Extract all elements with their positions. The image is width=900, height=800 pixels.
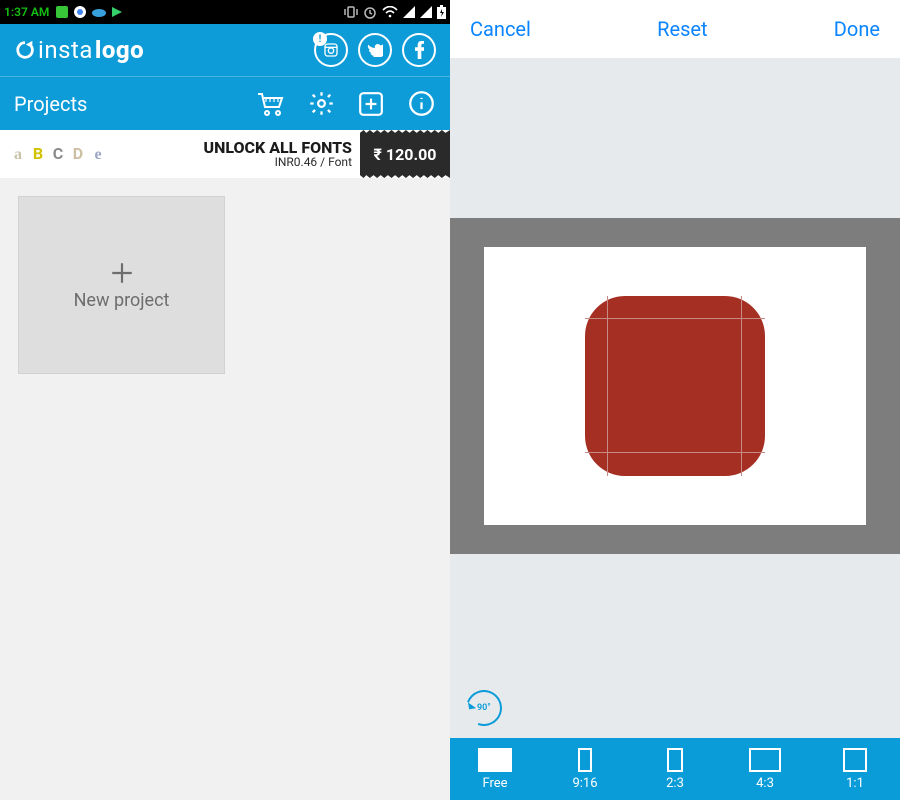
aspect-1-1[interactable]: 1:1 <box>810 738 900 800</box>
app-logo: instalogo <box>14 36 144 64</box>
promo-subtitle: INR0.46 / Font <box>275 156 352 169</box>
aspect-shape-icon <box>478 748 512 772</box>
android-status-bar: 1:37 AM <box>0 0 450 24</box>
new-button[interactable] <box>356 89 386 119</box>
twitter-icon <box>367 43 383 57</box>
refresh-icon <box>14 39 36 61</box>
cart-button[interactable] <box>256 89 286 119</box>
status-chrome-icon <box>73 5 87 19</box>
done-button[interactable]: Done <box>834 17 880 41</box>
aspect-shape-icon <box>749 748 781 772</box>
aspect-shape-icon <box>578 748 592 772</box>
logo-text-a: insta <box>38 36 93 64</box>
logo-shape[interactable] <box>585 296 765 476</box>
aspect-4-3[interactable]: 4:3 <box>720 738 810 800</box>
unlock-fonts-banner[interactable]: aBCDe UNLOCK ALL FONTS INR0.46 / Font ₹ … <box>0 130 450 178</box>
battery-charging-icon <box>437 5 446 19</box>
editor-header: Cancel Reset Done <box>450 0 900 58</box>
reset-button[interactable]: Reset <box>657 17 707 41</box>
artboard <box>484 247 866 525</box>
aspect-label: 4:3 <box>756 776 774 791</box>
aspect-ratio-bar: Free 9:16 2:3 4:3 1:1 <box>450 738 900 800</box>
aspect-label: 1:1 <box>846 776 864 791</box>
editor-body: 90° <box>450 58 900 738</box>
signal-icon-2 <box>420 6 432 18</box>
status-left-icons <box>55 5 123 19</box>
facebook-icon <box>415 41 424 59</box>
status-app-icon <box>55 5 69 19</box>
projects-screen: 1:37 AM instalogo ! <box>0 0 450 800</box>
new-project-label: New project <box>74 290 170 311</box>
instagram-icon <box>323 42 339 58</box>
promo-price: ₹ 120.00 <box>360 130 450 178</box>
crop-editor-screen: Cancel Reset Done 90° Free 9:16 2:3 4:3 1:1 <box>450 0 900 800</box>
gear-icon <box>308 90 335 117</box>
add-box-icon <box>358 91 384 117</box>
logo-text-b: logo <box>95 36 144 64</box>
aspect-label: 9:16 <box>572 776 597 791</box>
twitter-button[interactable] <box>358 33 392 67</box>
new-project-card[interactable]: New project <box>18 196 225 374</box>
status-right-icons <box>344 5 446 19</box>
aspect-shape-icon <box>843 748 867 772</box>
settings-button[interactable] <box>306 89 336 119</box>
rotate-row: 90° <box>450 678 900 738</box>
notification-badge-icon: ! <box>313 32 327 46</box>
aspect-free[interactable]: Free <box>450 738 540 800</box>
aspect-label: 2:3 <box>666 776 684 791</box>
vibrate-icon <box>344 5 358 19</box>
wifi-icon <box>382 6 398 18</box>
status-play-icon <box>111 6 123 18</box>
aspect-label: Free <box>482 776 507 791</box>
aspect-9-16[interactable]: 9:16 <box>540 738 630 800</box>
page-title: Projects <box>14 92 87 116</box>
rotate-90-button[interactable]: 90° <box>460 684 508 732</box>
status-cloud-icon <box>91 6 107 18</box>
brand-bar: instalogo ! <box>0 24 450 76</box>
aspect-shape-icon <box>667 748 683 772</box>
font-samples: aBCDe <box>8 144 108 164</box>
crop-canvas[interactable] <box>450 218 900 554</box>
promo-title: UNLOCK ALL FONTS <box>203 139 352 157</box>
plus-icon <box>109 260 135 286</box>
status-time: 1:37 AM <box>4 5 49 19</box>
cancel-button[interactable]: Cancel <box>470 17 531 41</box>
projects-grid: New project <box>0 178 450 800</box>
info-button[interactable] <box>406 89 436 119</box>
instagram-button[interactable]: ! <box>314 33 348 67</box>
signal-icon <box>403 6 415 18</box>
projects-toolbar: Projects <box>0 76 450 130</box>
rotate-label: 90° <box>477 703 491 713</box>
cart-icon <box>257 91 285 117</box>
facebook-button[interactable] <box>402 33 436 67</box>
alarm-icon <box>363 5 377 19</box>
aspect-2-3[interactable]: 2:3 <box>630 738 720 800</box>
info-icon <box>408 90 435 117</box>
